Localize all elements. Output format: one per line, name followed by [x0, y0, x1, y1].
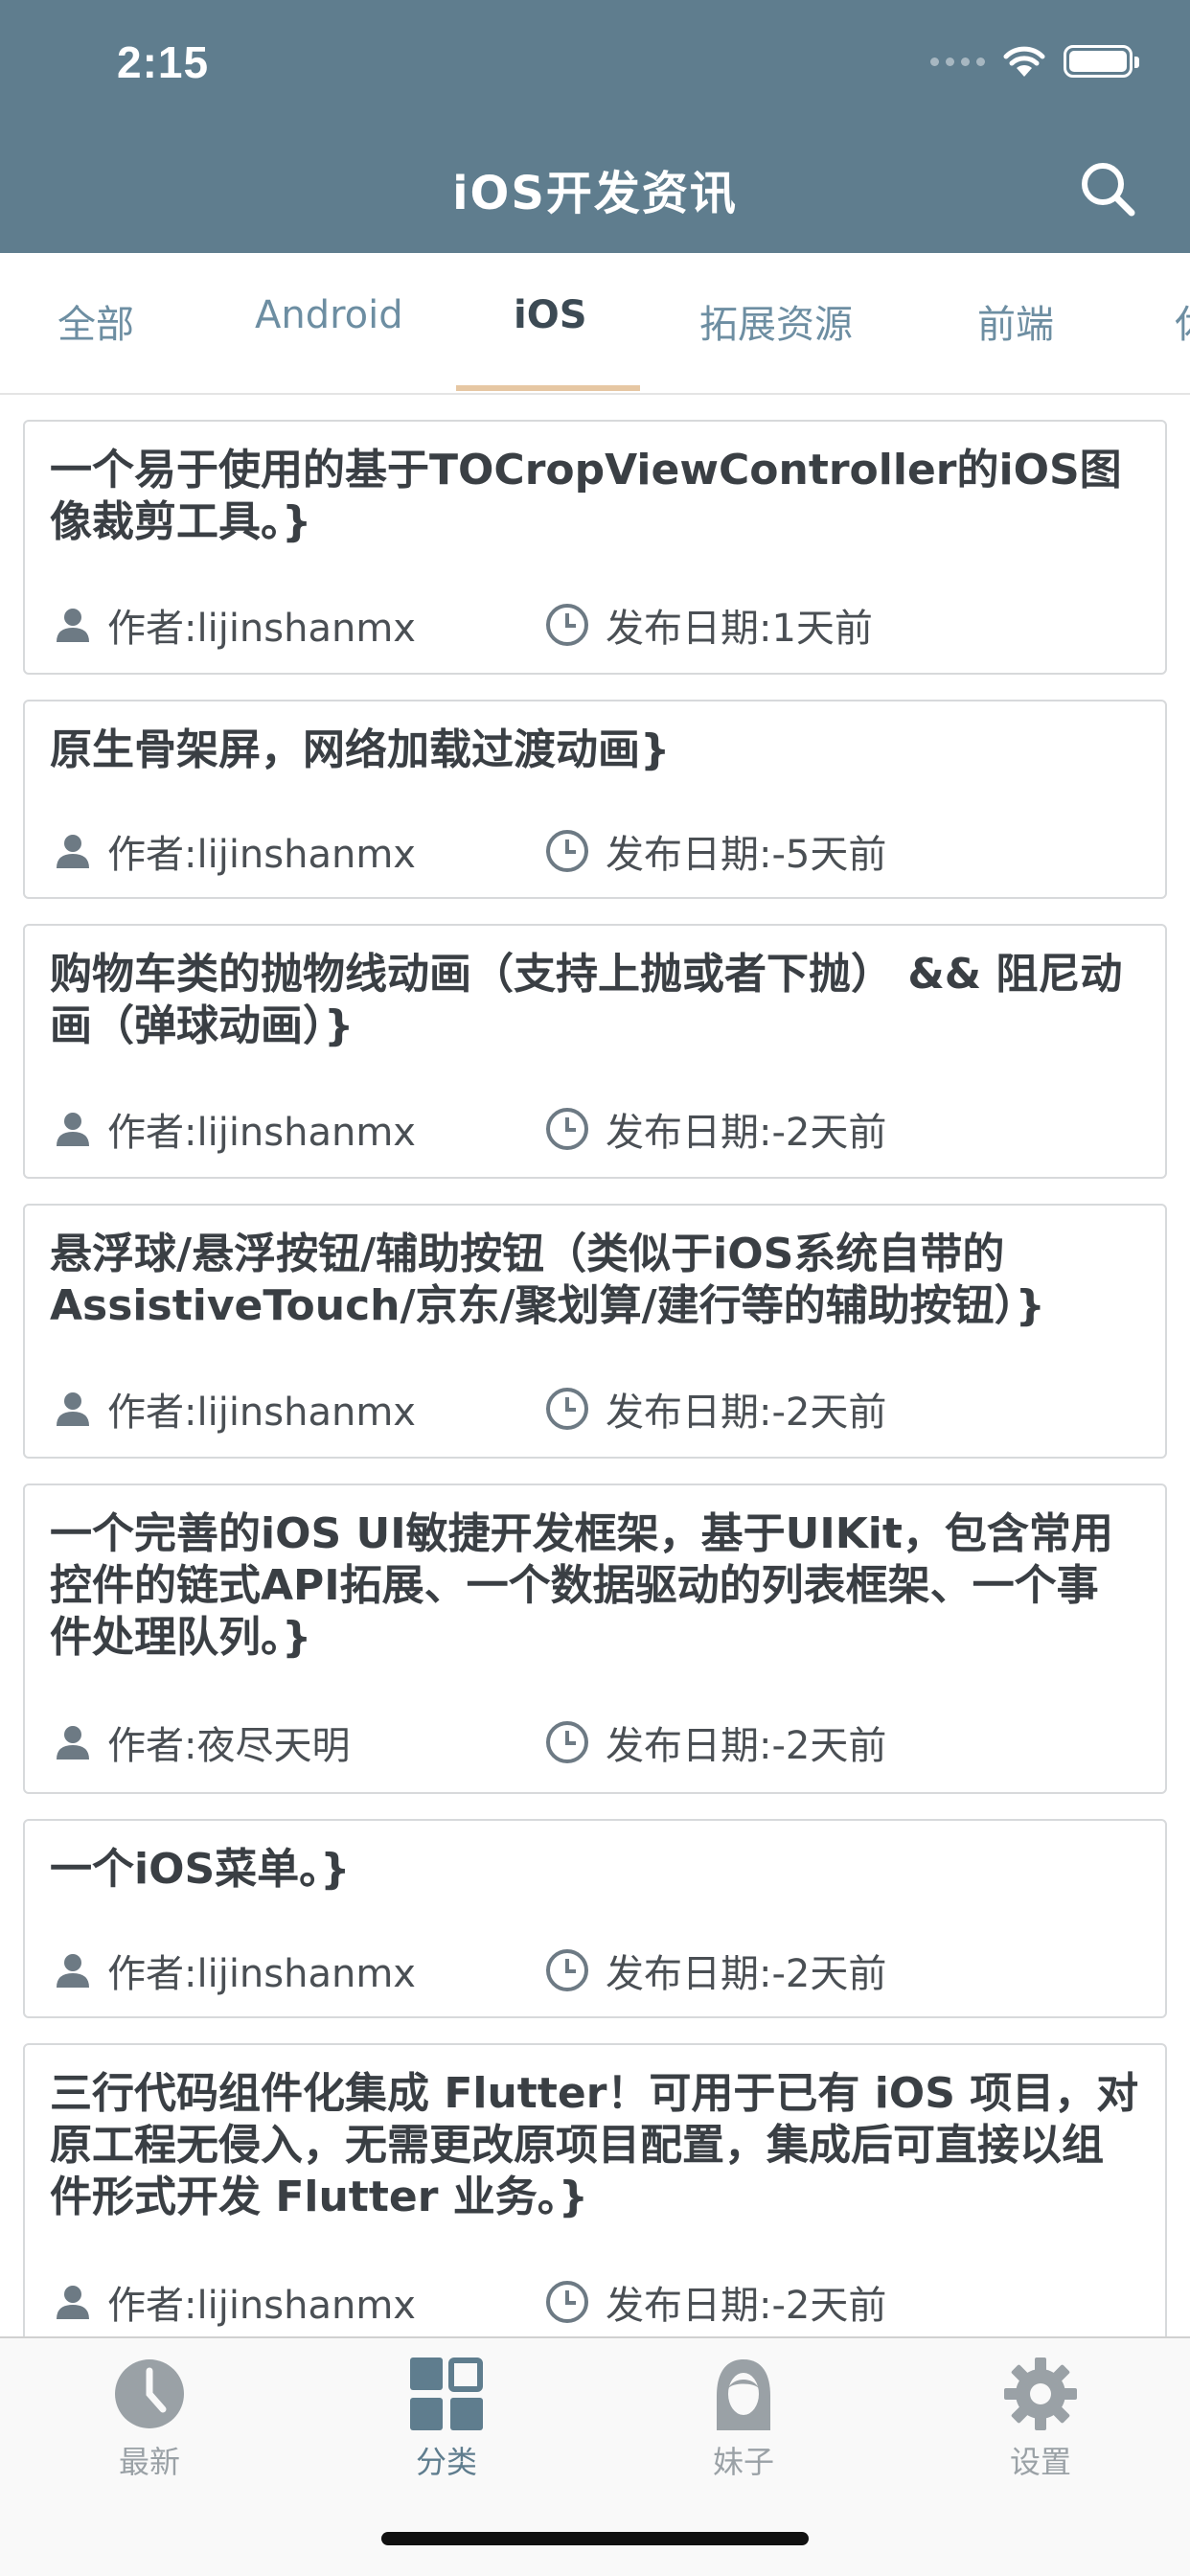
article-title: 一个完善的iOS UI敏捷开发框架，基于UIKit，包含常用控件的链式API拓展…: [50, 1509, 1113, 1662]
nav-settings[interactable]: 设置: [945, 2356, 1136, 2482]
wifi-icon: [1003, 46, 1045, 77]
article-title: 一个易于使用的基于TOCropViewController的iOS图像裁剪工具。…: [50, 446, 1122, 546]
tab-frontend[interactable]: 前端: [977, 293, 1054, 349]
article-card[interactable]: 原生骨架屏，网络加载过渡动画} 作者:lijinshanmx 发布日期:-5天前: [23, 700, 1167, 899]
tab-rest[interactable]: 休: [1175, 293, 1190, 349]
tab-android[interactable]: Android: [255, 293, 403, 337]
article-date: 发布日期:-2天前: [544, 2274, 886, 2330]
user-icon: [57, 609, 89, 642]
author-text: 作者:夜尽天明: [107, 1724, 351, 1768]
article-card[interactable]: 购物车类的抛物线动画（支持上抛或者下抛） && 阻尼动画（弹球动画）} 作者:l…: [23, 924, 1167, 1179]
article-date: 发布日期:-5天前: [544, 823, 886, 879]
article-author: 作者:lijinshanmx: [54, 823, 416, 879]
search-icon[interactable]: [1078, 159, 1137, 218]
gear-icon: [1004, 2358, 1077, 2430]
nav-header: 2:15 iOS开发资讯: [0, 0, 1190, 253]
author-text: 作者:lijinshanmx: [107, 2284, 416, 2328]
clock-icon: [546, 1388, 588, 1430]
nav-latest[interactable]: 最新: [54, 2356, 245, 2482]
clock-icon: [546, 1108, 588, 1150]
date-text: 发布日期:-2天前: [606, 1724, 887, 1768]
clock-icon: [546, 1721, 588, 1763]
date-text: 发布日期:-2天前: [606, 1952, 887, 1996]
page-title: iOS开发资讯: [452, 167, 738, 220]
nav-girls[interactable]: 妹子: [648, 2356, 839, 2482]
clock-icon: [115, 2359, 184, 2428]
author-text: 作者:lijinshanmx: [107, 1111, 416, 1155]
nav-label-latest: 最新: [118, 2444, 180, 2480]
clock-icon: [546, 604, 588, 646]
battery-icon: [1064, 45, 1139, 78]
nav-label-girls: 妹子: [712, 2444, 774, 2480]
user-icon: [57, 1113, 89, 1146]
user-icon: [57, 2286, 89, 2319]
date-text: 发布日期:-2天前: [606, 1111, 887, 1155]
tab-extended-resources[interactable]: 拓展资源: [699, 293, 853, 349]
article-author: 作者:lijinshanmx: [54, 2274, 416, 2330]
article-title: 悬浮球/悬浮按钮/辅助按钮（类似于iOS系统自带的AssistiveTouch/…: [50, 1230, 1046, 1330]
article-date: 发布日期:-2天前: [544, 1381, 886, 1437]
article-card[interactable]: 三行代码组件化集成 Flutter！可用于已有 iOS 项目，对原工程无侵入，无…: [23, 2043, 1167, 2354]
date-text: 发布日期:-2天前: [606, 2284, 887, 2328]
date-text: 发布日期:-2天前: [606, 1391, 887, 1435]
tab-ios[interactable]: iOS: [514, 293, 587, 337]
article-card[interactable]: 悬浮球/悬浮按钮/辅助按钮（类似于iOS系统自带的AssistiveTouch/…: [23, 1204, 1167, 1459]
author-text: 作者:lijinshanmx: [107, 607, 416, 651]
article-card[interactable]: 一个完善的iOS UI敏捷开发框架，基于UIKit，包含常用控件的链式API拓展…: [23, 1484, 1167, 1794]
user-icon: [57, 1726, 89, 1760]
article-title: 一个iOS菜单。}: [50, 1845, 351, 1894]
article-author: 作者:lijinshanmx: [54, 1943, 416, 1998]
article-card[interactable]: 一个易于使用的基于TOCropViewController的iOS图像裁剪工具。…: [23, 420, 1167, 675]
category-tabs: 全部 Android iOS 拓展资源 前端 休: [0, 253, 1190, 395]
tab-all[interactable]: 全部: [57, 293, 134, 349]
signal-icon: [930, 57, 985, 66]
status-icons: [930, 42, 1139, 80]
article-author: 作者:lijinshanmx: [54, 597, 416, 653]
status-time: 2:15: [117, 37, 210, 87]
article-author: 作者:夜尽天明: [54, 1714, 350, 1770]
article-author: 作者:lijinshanmx: [54, 1101, 416, 1157]
article-title: 三行代码组件化集成 Flutter！可用于已有 iOS 项目，对原工程无侵入，无…: [50, 2069, 1139, 2221]
home-indicator: [381, 2532, 809, 2545]
article-date: 发布日期:-2天前: [544, 1714, 886, 1770]
author-text: 作者:lijinshanmx: [107, 833, 416, 877]
user-icon: [57, 835, 89, 868]
nav-category[interactable]: 分类: [351, 2356, 542, 2482]
date-text: 发布日期:-5天前: [606, 833, 887, 877]
article-title: 购物车类的抛物线动画（支持上抛或者下抛） && 阻尼动画（弹球动画）}: [50, 950, 1123, 1050]
article-author: 作者:lijinshanmx: [54, 1381, 416, 1437]
author-text: 作者:lijinshanmx: [107, 1391, 416, 1435]
user-icon: [57, 1954, 89, 1988]
article-date: 发布日期:-2天前: [544, 1943, 886, 1998]
girl-icon: [717, 2359, 770, 2430]
article-title: 原生骨架屏，网络加载过渡动画}: [50, 725, 671, 774]
author-text: 作者:lijinshanmx: [107, 1952, 416, 1996]
active-tab-indicator: [456, 385, 640, 391]
article-card[interactable]: 一个iOS菜单。} 作者:lijinshanmx 发布日期:-2天前: [23, 1819, 1167, 2018]
date-text: 发布日期:1天前: [606, 607, 873, 651]
clock-icon: [546, 1949, 588, 1991]
article-date: 发布日期:1天前: [544, 597, 873, 653]
grid-icon: [410, 2358, 483, 2430]
clock-icon: [546, 830, 588, 872]
article-date: 发布日期:-2天前: [544, 1101, 886, 1157]
nav-label-category: 分类: [415, 2444, 477, 2480]
nav-label-settings: 设置: [1009, 2444, 1071, 2480]
user-icon: [57, 1392, 89, 1426]
clock-icon: [546, 2281, 588, 2323]
